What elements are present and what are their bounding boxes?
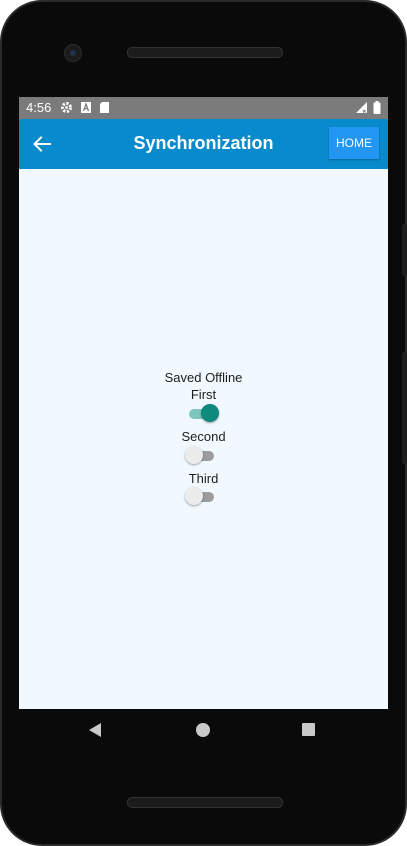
switch-thumb xyxy=(185,446,203,464)
switch-thumb xyxy=(185,487,203,505)
front-camera-icon xyxy=(64,44,82,62)
sd-card-icon xyxy=(100,102,109,113)
home-button[interactable]: HOME xyxy=(329,127,379,159)
toggle-switch-first[interactable] xyxy=(185,403,221,425)
status-bar: 4:56 xyxy=(19,97,388,119)
status-left-icons xyxy=(60,101,110,114)
app-screen: 4:56 Synchronization HOME Saved Offline … xyxy=(19,97,388,709)
signal-icon xyxy=(356,102,367,113)
toggle-label-second: Second xyxy=(181,429,226,444)
recent-square-icon[interactable] xyxy=(302,723,315,736)
toggle-label-third: Third xyxy=(188,471,219,486)
sync-content: Saved Offline First Second Third xyxy=(19,169,388,709)
phone-frame: 4:56 Synchronization HOME Saved Offline … xyxy=(0,0,407,846)
system-nav-bar xyxy=(19,709,388,753)
app-bar: Synchronization HOME xyxy=(19,119,388,169)
saved-offline-label: Saved Offline xyxy=(164,370,243,385)
toggle-switch-second[interactable] xyxy=(185,445,221,467)
home-circle-icon[interactable] xyxy=(196,723,210,737)
battery-icon xyxy=(373,101,381,114)
back-triangle-icon[interactable] xyxy=(89,723,101,737)
top-speaker xyxy=(127,47,283,58)
a-icon xyxy=(81,102,91,113)
power-button xyxy=(402,224,407,276)
status-right-icons xyxy=(355,101,381,114)
volume-button xyxy=(402,352,407,464)
switch-thumb xyxy=(201,404,219,422)
toggle-switch-third[interactable] xyxy=(185,486,221,508)
bottom-speaker xyxy=(127,797,283,808)
gear-icon xyxy=(61,102,72,113)
status-time: 4:56 xyxy=(26,100,52,115)
toggle-label-first: First xyxy=(190,387,217,402)
